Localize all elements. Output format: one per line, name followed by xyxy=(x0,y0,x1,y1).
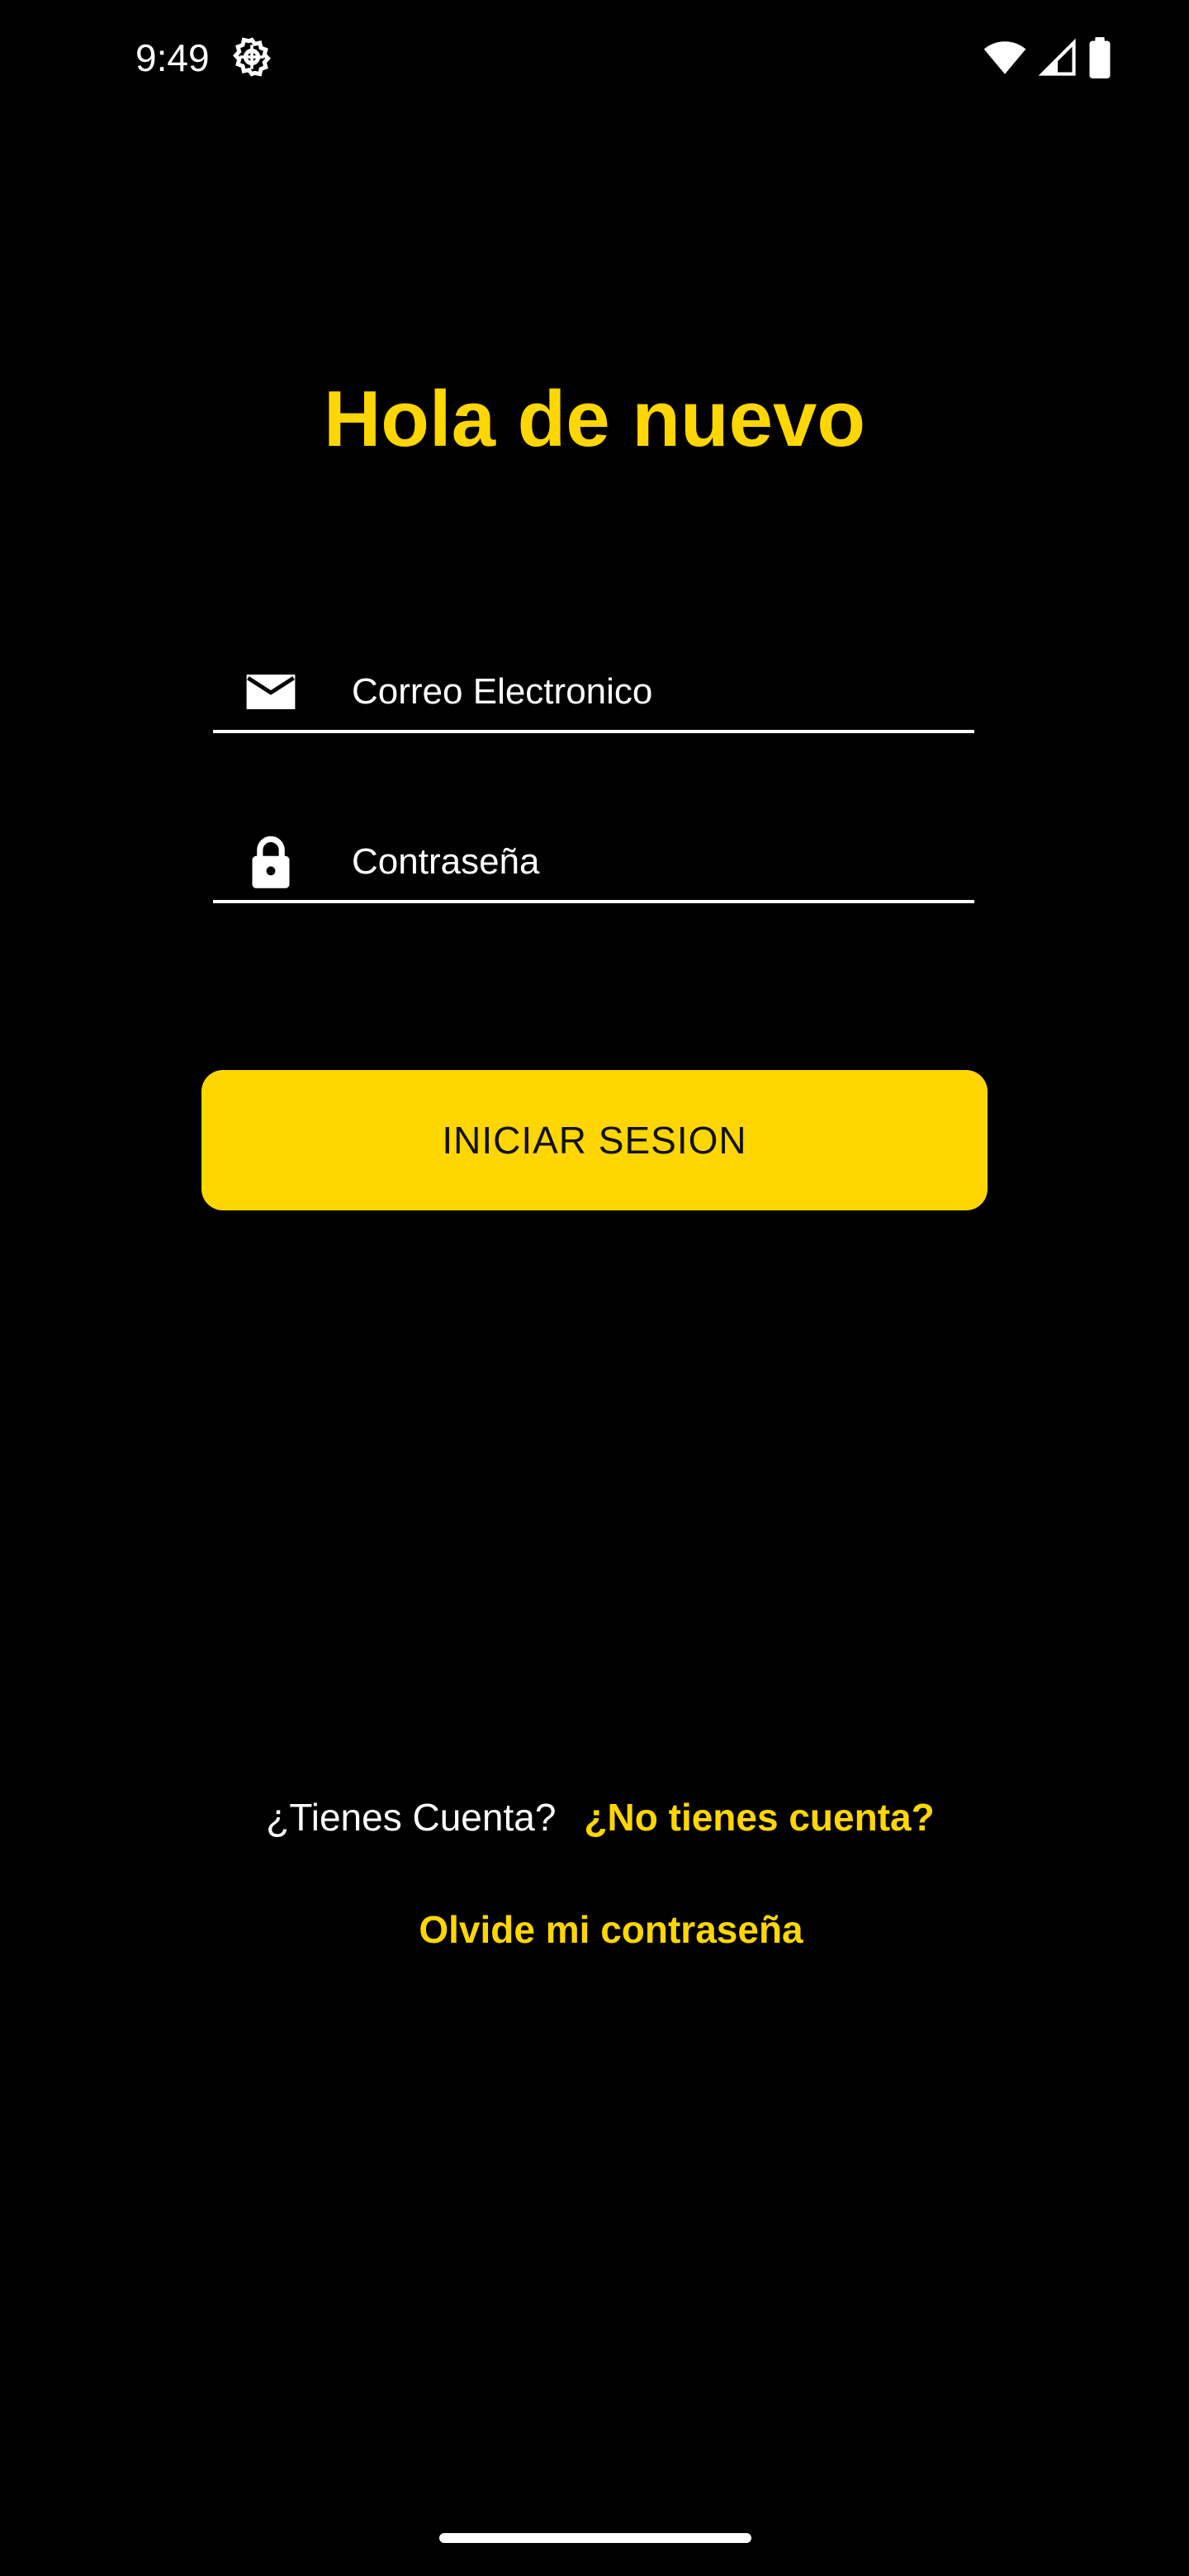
status-icons xyxy=(983,36,1111,79)
status-bar: 9:49 xyxy=(0,0,1189,116)
home-indicator[interactable] xyxy=(439,2533,751,2543)
email-input[interactable] xyxy=(352,661,963,723)
wifi-icon xyxy=(983,40,1027,76)
account-question: ¿Tienes Cuenta? xyxy=(266,1796,557,1839)
login-button[interactable]: INICIAR SESION xyxy=(201,1070,988,1210)
lock-icon xyxy=(241,832,301,892)
settings-gear-icon xyxy=(230,35,274,79)
signup-link[interactable]: ¿No tienes cuenta? xyxy=(584,1788,934,1846)
forgot-password-link[interactable]: Olvide mi contraseña xyxy=(0,1901,1189,1958)
status-time: 9:49 xyxy=(135,36,210,79)
page-title: Hola de nuevo xyxy=(323,375,866,463)
email-icon xyxy=(241,662,301,722)
signal-icon xyxy=(1039,39,1077,77)
email-field[interactable] xyxy=(213,654,974,733)
password-field[interactable] xyxy=(213,824,974,903)
account-row: ¿Tienes Cuenta? ¿No tienes cuenta? xyxy=(0,1788,1189,1846)
password-input[interactable] xyxy=(352,831,963,893)
battery-icon xyxy=(1088,37,1111,78)
